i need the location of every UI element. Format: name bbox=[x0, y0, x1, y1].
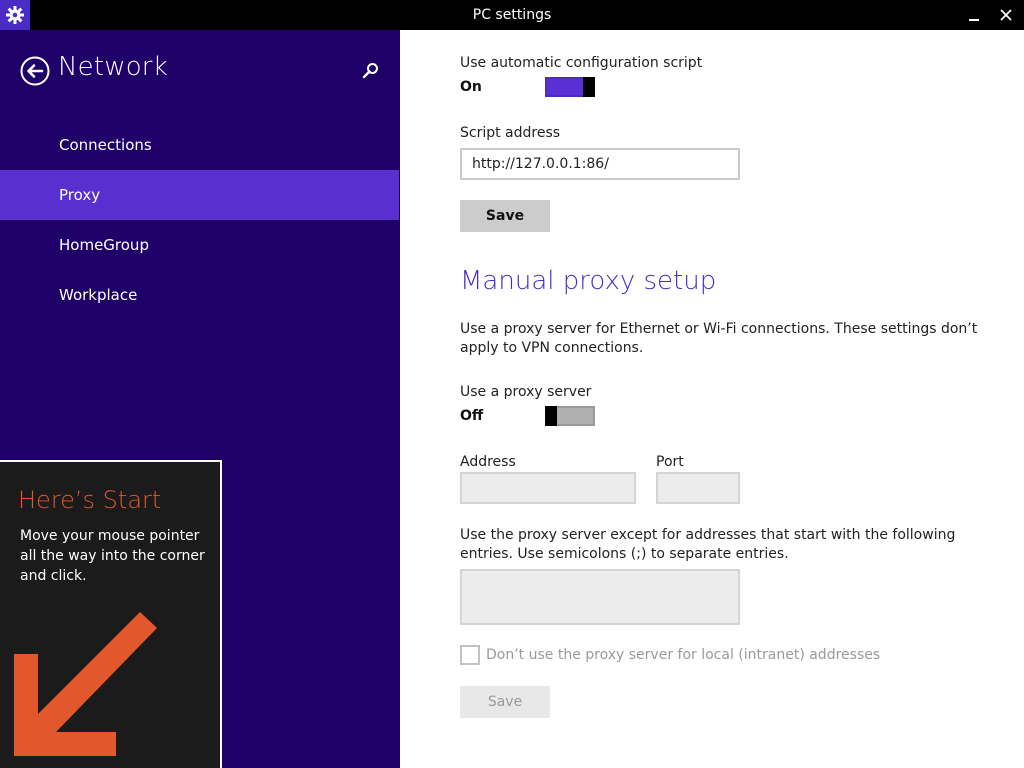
nav-header: Network bbox=[0, 30, 400, 110]
nav-item-homegroup[interactable]: HomeGroup bbox=[0, 220, 399, 270]
manual-proxy-heading: Manual proxy setup bbox=[460, 266, 717, 296]
use-proxy-state: Off bbox=[460, 408, 484, 424]
search-icon[interactable] bbox=[360, 60, 382, 82]
use-proxy-toggle[interactable] bbox=[545, 406, 595, 426]
auto-config-state: On bbox=[460, 79, 482, 95]
auto-config-toggle[interactable] bbox=[545, 77, 595, 97]
nav-item-proxy[interactable]: Proxy bbox=[0, 170, 399, 220]
bypass-local-checkbox[interactable] bbox=[460, 645, 480, 665]
nav-list: Connections Proxy HomeGroup Workplace bbox=[0, 120, 400, 320]
page-title: Network bbox=[58, 52, 168, 82]
save-proxy-button[interactable]: Save bbox=[460, 686, 550, 718]
exceptions-input[interactable] bbox=[460, 569, 740, 625]
tip-body: Move your mouse pointer all the way into… bbox=[20, 528, 205, 584]
script-address-label: Script address bbox=[460, 125, 561, 141]
back-arrow-icon[interactable] bbox=[20, 56, 50, 86]
exceptions-description: Use the proxy server except for addresse… bbox=[460, 527, 956, 562]
manual-proxy-description: Use a proxy server for Ethernet or Wi-Fi… bbox=[460, 321, 978, 356]
tip-title: Here’s Start bbox=[18, 486, 162, 514]
script-address-input[interactable]: http://127.0.0.1:86/ bbox=[460, 148, 740, 180]
window-title: PC settings bbox=[472, 7, 552, 23]
minimize-icon[interactable] bbox=[958, 0, 990, 30]
nav-item-workplace[interactable]: Workplace bbox=[0, 270, 399, 320]
save-script-button[interactable]: Save bbox=[460, 200, 550, 232]
title-bar: PC settings bbox=[0, 0, 1024, 30]
toggle-knob bbox=[583, 77, 595, 97]
address-label: Address bbox=[460, 454, 516, 470]
port-label: Port bbox=[656, 454, 684, 470]
bypass-local-label: Don’t use the proxy server for local (in… bbox=[486, 647, 881, 663]
auto-config-label: Use automatic configuration script bbox=[460, 55, 703, 71]
arrow-down-left-icon bbox=[0, 608, 170, 768]
proxy-settings-panel: Use automatic configuration script On Sc… bbox=[400, 30, 1024, 768]
port-input[interactable] bbox=[656, 472, 740, 504]
nav-item-connections[interactable]: Connections bbox=[0, 120, 399, 170]
address-input[interactable] bbox=[460, 472, 636, 504]
toggle-knob bbox=[545, 406, 557, 426]
start-tip: Here’s Start Move your mouse pointer all… bbox=[0, 460, 222, 768]
use-proxy-label: Use a proxy server bbox=[460, 384, 592, 400]
close-icon[interactable] bbox=[990, 0, 1022, 30]
